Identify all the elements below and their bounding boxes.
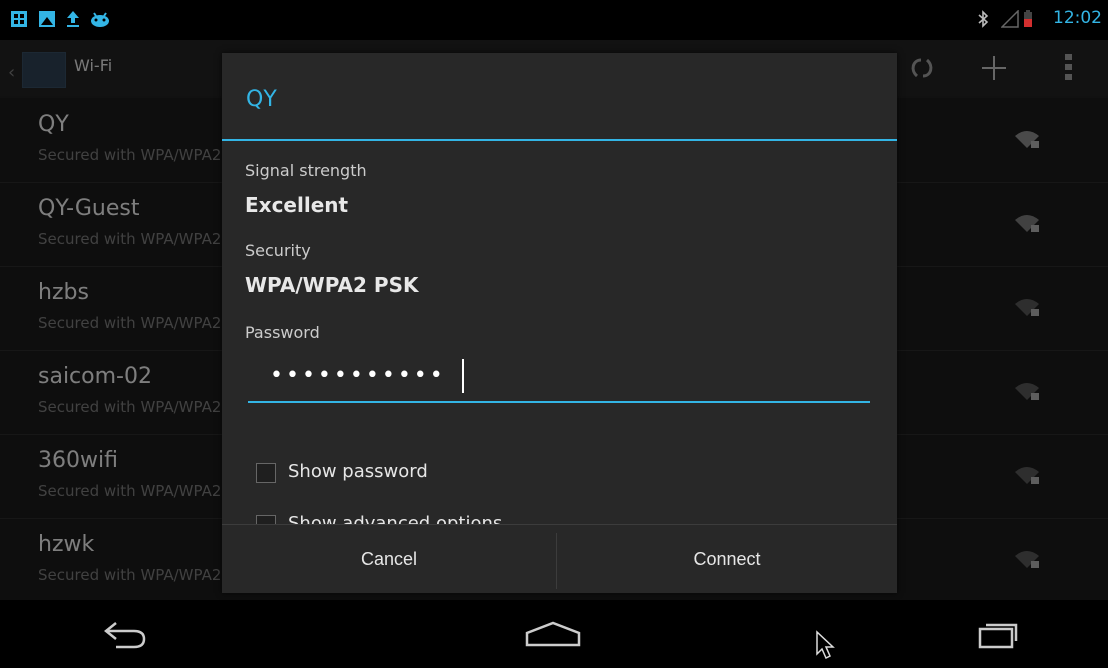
dialog-button-bar: Cancel Connect [222,524,897,594]
dialog-title: QY [246,87,277,112]
recent-apps-button[interactable] [968,614,1028,654]
status-bar: 12:02 [0,0,1108,40]
password-input[interactable]: ••••••••••• [248,353,870,403]
navigation-bar [0,600,1108,668]
security-label: Security [245,241,311,260]
dialog-scroll-clip: Show advanced options [222,493,897,524]
cancel-button[interactable]: Cancel [222,525,556,594]
image-icon [39,11,55,27]
home-icon [525,621,581,647]
android-icon [91,12,109,27]
back-icon [103,622,146,649]
signal-strength-label: Signal strength [245,161,367,180]
dialog-title-divider [222,139,897,141]
bluetooth-icon [978,10,989,28]
clock: 12:02 [1053,8,1102,28]
screen: 12:02 ‹ Wi-Fi QY Secured with WPA/WPA2 Q… [0,0,1108,668]
text-cursor [462,359,464,393]
wifi-connect-dialog: QY Signal strength Excellent Security WP… [222,53,897,593]
show-password-checkbox[interactable] [256,463,276,483]
recent-apps-icon [978,623,1018,649]
upload-icon [67,11,79,27]
cell-signal-icon [1001,10,1019,28]
mouse-pointer-icon [816,630,835,660]
signal-strength-value: Excellent [245,193,349,217]
battery-low-icon [1024,10,1032,27]
connect-button[interactable]: Connect [557,525,897,594]
password-label: Password [245,323,320,342]
show-advanced-options-label[interactable]: Show advanced options [288,513,502,524]
show-advanced-options-checkbox[interactable] [256,515,276,524]
show-password-label[interactable]: Show password [288,461,428,482]
password-input-underline [248,401,870,403]
security-value: WPA/WPA2 PSK [245,273,419,297]
home-button[interactable] [523,614,583,654]
grid-icon [11,11,27,27]
back-button[interactable] [96,614,156,654]
password-masked-value: ••••••••••• [270,363,446,388]
